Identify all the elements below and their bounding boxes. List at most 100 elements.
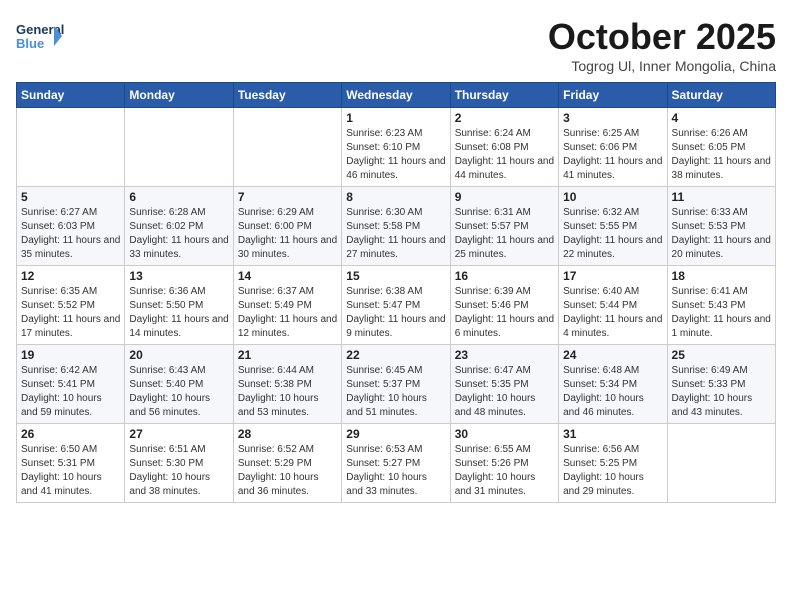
logo: GeneralBlue (16, 16, 64, 60)
day-number: 25 (672, 348, 771, 362)
cell-content: Sunrise: 6:30 AM Sunset: 5:58 PM Dayligh… (346, 206, 445, 262)
calendar-cell: 26 Sunrise: 6:50 AM Sunset: 5:31 PM Dayli… (17, 424, 125, 503)
weekday-header: Saturday (667, 83, 775, 108)
cell-content: Sunrise: 6:43 AM Sunset: 5:40 PM Dayligh… (129, 364, 228, 420)
cell-content: Sunrise: 6:25 AM Sunset: 6:06 PM Dayligh… (563, 127, 662, 183)
cell-content: Sunrise: 6:51 AM Sunset: 5:30 PM Dayligh… (129, 443, 228, 499)
calendar-cell: 13 Sunrise: 6:36 AM Sunset: 5:50 PM Dayli… (125, 266, 233, 345)
weekday-header: Tuesday (233, 83, 341, 108)
calendar-week-row: 26 Sunrise: 6:50 AM Sunset: 5:31 PM Dayli… (17, 424, 776, 503)
cell-content: Sunrise: 6:50 AM Sunset: 5:31 PM Dayligh… (21, 443, 120, 499)
day-number: 7 (238, 190, 337, 204)
cell-content: Sunrise: 6:47 AM Sunset: 5:35 PM Dayligh… (455, 364, 554, 420)
day-number: 9 (455, 190, 554, 204)
calendar-cell: 24 Sunrise: 6:48 AM Sunset: 5:34 PM Dayli… (559, 345, 667, 424)
calendar-cell: 6 Sunrise: 6:28 AM Sunset: 6:02 PM Daylig… (125, 187, 233, 266)
calendar-title: October 2025 (548, 16, 776, 58)
day-number: 19 (21, 348, 120, 362)
calendar-cell: 20Sunrise: 6:43 AM Sunset: 5:40 PM Dayli… (125, 345, 233, 424)
day-number: 1 (346, 111, 445, 125)
weekday-header: Friday (559, 83, 667, 108)
calendar-cell: 8Sunrise: 6:30 AM Sunset: 5:58 PM Daylig… (342, 187, 450, 266)
cell-content: Sunrise: 6:42 AM Sunset: 5:41 PM Dayligh… (21, 364, 120, 420)
day-number: 24 (563, 348, 662, 362)
day-number: 5 (21, 190, 120, 204)
day-number: 30 (455, 427, 554, 441)
cell-content: Sunrise: 6:32 AM Sunset: 5:55 PM Dayligh… (563, 206, 662, 262)
calendar-week-row: 5 Sunrise: 6:27 AM Sunset: 6:03 PM Daylig… (17, 187, 776, 266)
day-number: 14 (238, 269, 337, 283)
calendar-cell: 9 Sunrise: 6:31 AM Sunset: 5:57 PM Daylig… (450, 187, 558, 266)
cell-content: Sunrise: 6:49 AM Sunset: 5:33 PM Dayligh… (672, 364, 771, 420)
calendar-week-row: 1 Sunrise: 6:23 AM Sunset: 6:10 PM Daylig… (17, 108, 776, 187)
day-number: 2 (455, 111, 554, 125)
weekday-header: Thursday (450, 83, 558, 108)
weekday-header: Sunday (17, 83, 125, 108)
calendar-cell (17, 108, 125, 187)
day-number: 10 (563, 190, 662, 204)
weekday-header: Monday (125, 83, 233, 108)
calendar-cell: 30 Sunrise: 6:55 AM Sunset: 5:26 PM Dayli… (450, 424, 558, 503)
calendar-cell: 10 Sunrise: 6:32 AM Sunset: 5:55 PM Dayli… (559, 187, 667, 266)
cell-content: Sunrise: 6:29 AM Sunset: 6:00 PM Dayligh… (238, 206, 337, 262)
day-number: 26 (21, 427, 120, 441)
day-number: 28 (238, 427, 337, 441)
day-number: 3 (563, 111, 662, 125)
cell-content: Sunrise: 6:33 AM Sunset: 5:53 PM Dayligh… (672, 206, 771, 262)
cell-content: Sunrise: 6:26 AM Sunset: 6:05 PM Dayligh… (672, 127, 771, 183)
calendar-cell (125, 108, 233, 187)
calendar-cell: 3 Sunrise: 6:25 AM Sunset: 6:06 PM Daylig… (559, 108, 667, 187)
calendar-cell: 28 Sunrise: 6:52 AM Sunset: 5:29 PM Dayli… (233, 424, 341, 503)
calendar-cell: 17Sunrise: 6:40 AM Sunset: 5:44 PM Dayli… (559, 266, 667, 345)
calendar-cell: 2 Sunrise: 6:24 AM Sunset: 6:08 PM Daylig… (450, 108, 558, 187)
calendar-cell: 19 Sunrise: 6:42 AM Sunset: 5:41 PM Dayli… (17, 345, 125, 424)
cell-content: Sunrise: 6:44 AM Sunset: 5:38 PM Dayligh… (238, 364, 337, 420)
day-number: 31 (563, 427, 662, 441)
cell-content: Sunrise: 6:36 AM Sunset: 5:50 PM Dayligh… (129, 285, 228, 341)
calendar-cell: 18Sunrise: 6:41 AM Sunset: 5:43 PM Dayli… (667, 266, 775, 345)
cell-content: Sunrise: 6:39 AM Sunset: 5:46 PM Dayligh… (455, 285, 554, 341)
calendar-cell: 5 Sunrise: 6:27 AM Sunset: 6:03 PM Daylig… (17, 187, 125, 266)
calendar-cell: 22 Sunrise: 6:45 AM Sunset: 5:37 PM Dayli… (342, 345, 450, 424)
cell-content: Sunrise: 6:23 AM Sunset: 6:10 PM Dayligh… (346, 127, 445, 183)
logo-svg: GeneralBlue (16, 16, 64, 60)
day-number: 13 (129, 269, 228, 283)
calendar-cell: 1 Sunrise: 6:23 AM Sunset: 6:10 PM Daylig… (342, 108, 450, 187)
cell-content: Sunrise: 6:35 AM Sunset: 5:52 PM Dayligh… (21, 285, 120, 341)
calendar-cell: 15Sunrise: 6:38 AM Sunset: 5:47 PM Dayli… (342, 266, 450, 345)
cell-content: Sunrise: 6:31 AM Sunset: 5:57 PM Dayligh… (455, 206, 554, 262)
cell-content: Sunrise: 6:24 AM Sunset: 6:08 PM Dayligh… (455, 127, 554, 183)
calendar-cell: 4Sunrise: 6:26 AM Sunset: 6:05 PM Daylig… (667, 108, 775, 187)
cell-content: Sunrise: 6:28 AM Sunset: 6:02 PM Dayligh… (129, 206, 228, 262)
cell-content: Sunrise: 6:53 AM Sunset: 5:27 PM Dayligh… (346, 443, 445, 499)
cell-content: Sunrise: 6:52 AM Sunset: 5:29 PM Dayligh… (238, 443, 337, 499)
cell-content: Sunrise: 6:38 AM Sunset: 5:47 PM Dayligh… (346, 285, 445, 341)
weekday-header: Wednesday (342, 83, 450, 108)
calendar-cell: 12Sunrise: 6:35 AM Sunset: 5:52 PM Dayli… (17, 266, 125, 345)
calendar-cell: 29 Sunrise: 6:53 AM Sunset: 5:27 PM Dayli… (342, 424, 450, 503)
calendar-cell: 7 Sunrise: 6:29 AM Sunset: 6:00 PM Daylig… (233, 187, 341, 266)
cell-content: Sunrise: 6:45 AM Sunset: 5:37 PM Dayligh… (346, 364, 445, 420)
title-area: October 2025 Togrog Ul, Inner Mongolia, … (548, 16, 776, 74)
cell-content: Sunrise: 6:48 AM Sunset: 5:34 PM Dayligh… (563, 364, 662, 420)
day-number: 29 (346, 427, 445, 441)
header: GeneralBlue October 2025 Togrog Ul, Inne… (16, 16, 776, 74)
day-number: 21 (238, 348, 337, 362)
day-number: 11 (672, 190, 771, 204)
calendar-cell (233, 108, 341, 187)
cell-content: Sunrise: 6:27 AM Sunset: 6:03 PM Dayligh… (21, 206, 120, 262)
cell-content: Sunrise: 6:55 AM Sunset: 5:26 PM Dayligh… (455, 443, 554, 499)
cell-content: Sunrise: 6:56 AM Sunset: 5:25 PM Dayligh… (563, 443, 662, 499)
calendar-cell: 31 Sunrise: 6:56 AM Sunset: 5:25 PM Dayli… (559, 424, 667, 503)
header-row: SundayMondayTuesdayWednesdayThursdayFrid… (17, 83, 776, 108)
day-number: 22 (346, 348, 445, 362)
cell-content: Sunrise: 6:37 AM Sunset: 5:49 PM Dayligh… (238, 285, 337, 341)
day-number: 6 (129, 190, 228, 204)
day-number: 18 (672, 269, 771, 283)
day-number: 17 (563, 269, 662, 283)
day-number: 27 (129, 427, 228, 441)
day-number: 16 (455, 269, 554, 283)
calendar-cell: 23Sunrise: 6:47 AM Sunset: 5:35 PM Dayli… (450, 345, 558, 424)
calendar-table: SundayMondayTuesdayWednesdayThursdayFrid… (16, 82, 776, 503)
calendar-cell: 25 Sunrise: 6:49 AM Sunset: 5:33 PM Dayli… (667, 345, 775, 424)
